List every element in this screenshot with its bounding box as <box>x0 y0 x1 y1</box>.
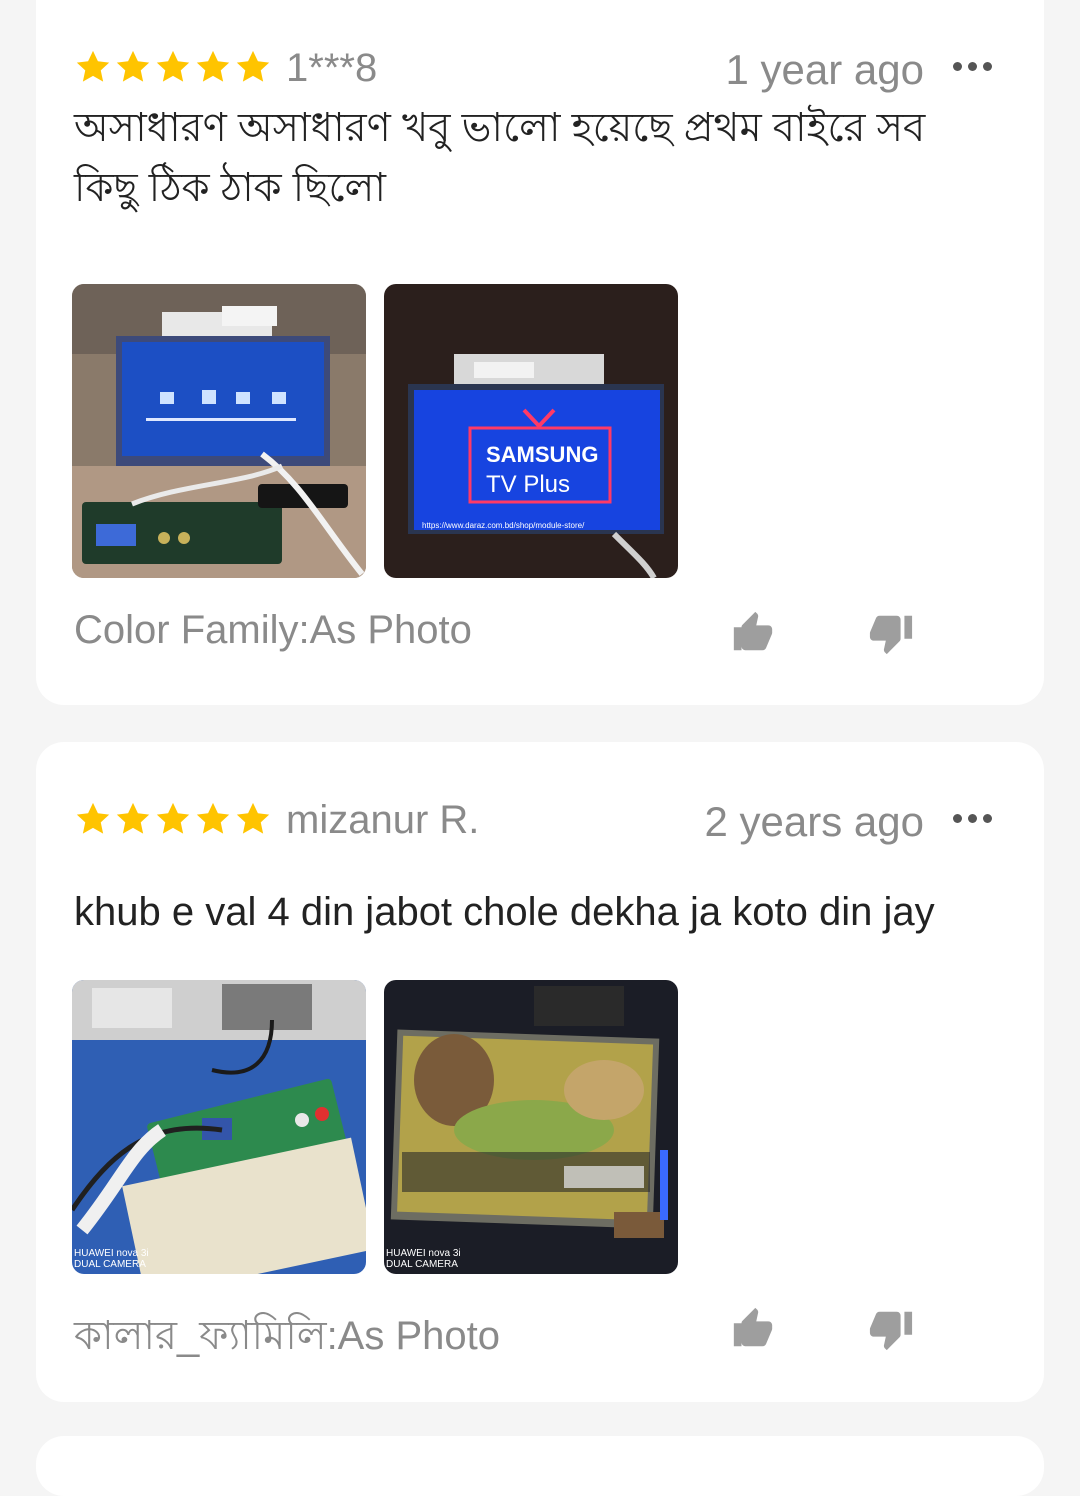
thumbs-up-icon[interactable] <box>730 610 776 656</box>
star-icon <box>76 50 110 82</box>
review-photo[interactable]: SAMSUNG TV Plus https://www.daraz.com.bd… <box>384 284 678 578</box>
variant-label: কালার_ফ্যামিলি:As Photo <box>74 1314 501 1358</box>
review-time: 2 years ago <box>704 798 924 845</box>
star-icon <box>236 50 270 82</box>
camera-watermark: HUAWEI nova 3i DUAL CAMERA <box>74 1248 149 1270</box>
camera-type-text: DUAL CAMERA <box>74 1259 146 1270</box>
variant-label: Color Family:As Photo <box>74 608 472 652</box>
reviewer-name: 1***8 <box>286 46 378 90</box>
review-photos: SAMSUNG TV Plus https://www.daraz.com.bd… <box>72 284 678 578</box>
review-photo[interactable]: HUAWEI nova 3i DUAL CAMERA <box>72 980 366 1274</box>
camera-watermark: HUAWEI nova 3i DUAL CAMERA <box>386 1248 461 1270</box>
thumbs-down-icon[interactable] <box>868 1306 914 1352</box>
review-card: 1***8 1 year ago অসাধারণ অসাধারণ খবু ভাল… <box>36 0 1044 705</box>
star-icon <box>76 802 110 834</box>
star-icon <box>156 802 190 834</box>
star-icon <box>116 802 150 834</box>
star-icon <box>236 802 270 834</box>
rating-stars <box>74 800 272 838</box>
reviewer-name: mizanur R. <box>286 798 480 842</box>
review-card <box>36 1436 1044 1496</box>
star-icon <box>116 50 150 82</box>
camera-model-text: HUAWEI nova 3i <box>386 1248 461 1259</box>
review-header: 1***8 1 year ago <box>74 40 1006 100</box>
tv-plus-text: TV Plus <box>486 471 570 498</box>
review-text: অসাধারণ অসাধারণ খবু ভালো হয়েছে প্রথম বা… <box>74 106 926 210</box>
review-photo[interactable] <box>72 284 366 578</box>
review-time: 1 year ago <box>725 46 924 93</box>
star-icon <box>156 50 190 82</box>
photo-samsung-tv-image: SAMSUNG TV Plus https://www.daraz.com.bd… <box>384 284 678 578</box>
photo-board-image <box>72 980 366 1274</box>
rating-stars <box>74 48 272 86</box>
review-text: khub e val 4 din jabot chole dekha ja ko… <box>74 890 935 934</box>
tv-brand-text: SAMSUNG <box>486 442 598 467</box>
star-icon <box>196 802 230 834</box>
thumbs-up-icon[interactable] <box>730 1306 776 1352</box>
photo-tv-menu-image <box>72 284 366 578</box>
thumbs-down-icon[interactable] <box>868 610 914 656</box>
review-card: mizanur R. 2 years ago khub e val 4 din … <box>36 742 1044 1402</box>
camera-model-text: HUAWEI nova 3i <box>74 1248 149 1259</box>
camera-type-text: DUAL CAMERA <box>386 1259 458 1270</box>
photo-tv-video-image <box>384 980 678 1274</box>
more-icon[interactable] <box>953 814 992 823</box>
review-header: mizanur R. 2 years ago <box>74 792 1006 852</box>
review-photo[interactable]: HUAWEI nova 3i DUAL CAMERA <box>384 980 678 1274</box>
review-photos: HUAWEI nova 3i DUAL CAMERA HUAWEI nova 3… <box>72 980 678 1274</box>
star-icon <box>196 50 230 82</box>
more-icon[interactable] <box>953 62 992 71</box>
tv-url-text: https://www.daraz.com.bd/shop/module-sto… <box>422 521 585 530</box>
